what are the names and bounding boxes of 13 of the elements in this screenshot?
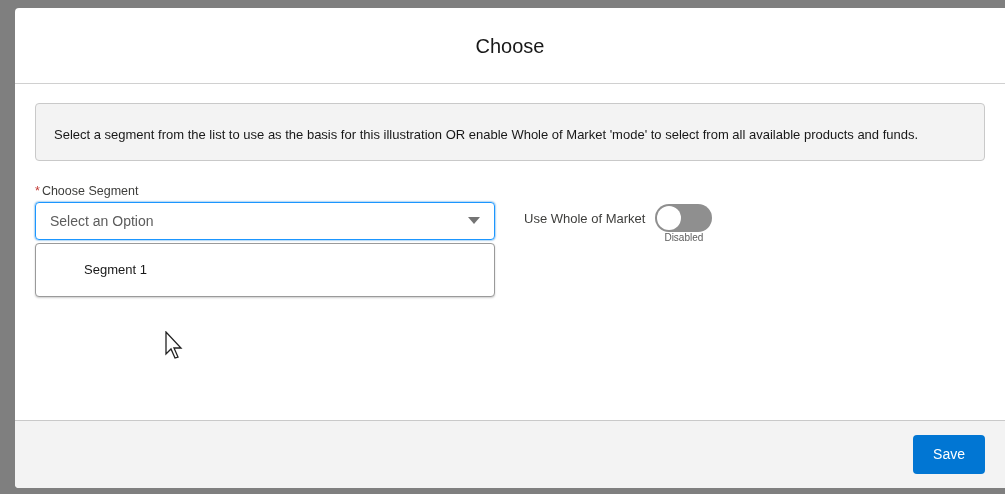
dropdown-option[interactable]: Segment 1 (36, 256, 494, 284)
caret-icon (468, 217, 480, 225)
segment-select[interactable]: Select an Option (35, 202, 495, 240)
mouse-cursor-icon (165, 331, 185, 359)
toggle-state-text: Disabled (664, 232, 704, 244)
save-button[interactable]: Save (913, 435, 985, 474)
field-label: Choose Segment (41, 182, 139, 200)
toggle-label: Use Whole of Market (524, 210, 646, 228)
whole-of-market-toggle[interactable] (655, 204, 713, 232)
info-text: Select a segment from the list to use as the basis for this illustration OR enable Whole of Market 'mode' to select from all available products and funds. (54, 126, 920, 144)
required-mark: * (35, 182, 40, 200)
modal-title: Choose (475, 33, 545, 59)
select-placeholder: Select an Option (50, 211, 155, 231)
